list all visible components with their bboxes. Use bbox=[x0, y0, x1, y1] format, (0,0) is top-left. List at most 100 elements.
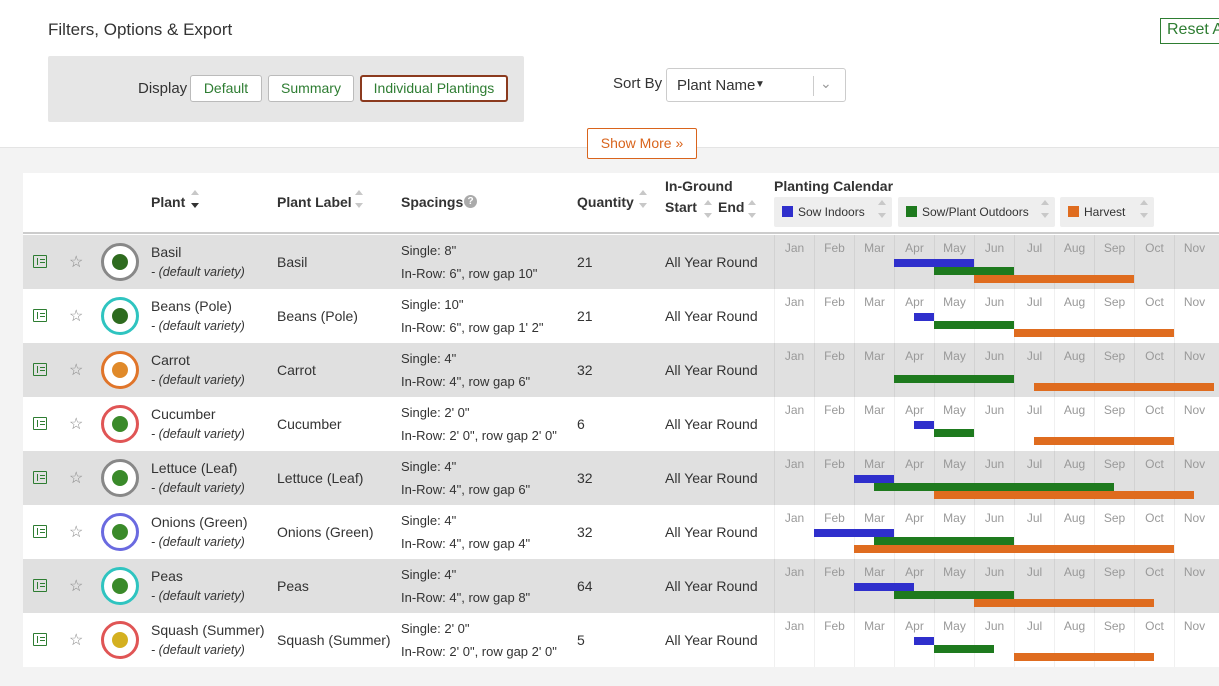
in-ground-value: All Year Round bbox=[665, 524, 758, 540]
spacing-in-row: In-Row: 4", row gap 8" bbox=[401, 590, 531, 605]
spacing-in-row: In-Row: 2' 0", row gap 2' 0" bbox=[401, 428, 557, 443]
month-label: May bbox=[934, 613, 974, 667]
plant-variety: - (default variety) bbox=[151, 265, 245, 279]
month-label: Jun bbox=[974, 343, 1014, 397]
harvest-bar bbox=[1034, 437, 1174, 445]
planting-details-icon[interactable] bbox=[33, 525, 47, 538]
spacing-single: Single: 10" bbox=[401, 297, 464, 312]
planting-details-icon[interactable] bbox=[33, 255, 47, 268]
sort-value: Plant Name bbox=[677, 77, 756, 94]
star-icon[interactable]: ☆ bbox=[69, 630, 83, 650]
star-icon[interactable]: ☆ bbox=[69, 360, 83, 380]
planting-details-icon[interactable] bbox=[33, 633, 47, 646]
spacings-column-header: Spacings bbox=[401, 194, 464, 210]
harvest-sort-icon[interactable] bbox=[1140, 200, 1152, 226]
month-label: Nov bbox=[1174, 505, 1214, 559]
sort-by-label: Sort By bbox=[613, 75, 663, 92]
start-column-header[interactable]: Start bbox=[665, 199, 697, 215]
basil-icon bbox=[101, 243, 139, 281]
month-label: Feb bbox=[814, 613, 854, 667]
plant-name[interactable]: Squash (Summer) bbox=[151, 622, 265, 638]
sow-outdoors-bar bbox=[934, 429, 974, 437]
sow-outdoors-bar bbox=[874, 483, 1114, 491]
month-label: Feb bbox=[814, 343, 854, 397]
spacing-single: Single: 2' 0" bbox=[401, 405, 470, 420]
plant-name[interactable]: Carrot bbox=[151, 352, 190, 368]
plant-sort-icon[interactable] bbox=[191, 190, 203, 216]
sow-outdoors-bar bbox=[874, 537, 1014, 545]
month-label: Nov bbox=[1174, 235, 1214, 289]
quantity-column-header[interactable]: Quantity bbox=[577, 194, 634, 210]
star-icon[interactable]: ☆ bbox=[69, 252, 83, 272]
month-label: Jun bbox=[974, 397, 1014, 451]
legend-harvest[interactable]: Harvest bbox=[1060, 197, 1154, 227]
plant-variety: - (default variety) bbox=[151, 643, 245, 657]
planting-details-icon[interactable] bbox=[33, 471, 47, 484]
month-label: Oct bbox=[1134, 235, 1174, 289]
caret-down-icon: ▼ bbox=[755, 79, 765, 90]
quantity-value: 21 bbox=[577, 308, 593, 324]
plant-name[interactable]: Basil bbox=[151, 244, 181, 260]
legend-sow-outdoors[interactable]: Sow/Plant Outdoors bbox=[898, 197, 1055, 227]
month-label: Jan bbox=[774, 235, 814, 289]
star-icon[interactable]: ☆ bbox=[69, 414, 83, 434]
spacing-in-row: In-Row: 4", row gap 6" bbox=[401, 374, 531, 389]
planting-details-icon[interactable] bbox=[33, 417, 47, 430]
spacing-single: Single: 4" bbox=[401, 351, 457, 366]
sow-indoors-sort-icon[interactable] bbox=[878, 200, 890, 226]
end-sort-icon[interactable] bbox=[748, 200, 760, 226]
sow-outdoors-bar bbox=[934, 645, 994, 653]
planting-calendar: Jan Feb Mar Apr May Jun Jul Aug Sep Oct Nov bbox=[774, 451, 1219, 505]
planting-details-icon[interactable] bbox=[33, 363, 47, 376]
plant-column-header[interactable]: Plant bbox=[151, 194, 185, 210]
end-column-header[interactable]: End bbox=[718, 199, 744, 215]
display-summary-button[interactable]: Summary bbox=[268, 75, 354, 102]
month-label: Nov bbox=[1174, 559, 1214, 613]
quantity-sort-icon[interactable] bbox=[639, 190, 651, 216]
start-sort-icon[interactable] bbox=[704, 200, 716, 226]
planting-calendar: Jan Feb Mar Apr May Jun Jul Aug Sep Oct Nov bbox=[774, 289, 1219, 343]
label-column-header[interactable]: Plant Label bbox=[277, 194, 352, 210]
star-icon[interactable]: ☆ bbox=[69, 468, 83, 488]
star-icon[interactable]: ☆ bbox=[69, 306, 83, 326]
plant-name[interactable]: Lettuce (Leaf) bbox=[151, 460, 237, 476]
label-sort-icon[interactable] bbox=[355, 190, 367, 216]
display-default-button[interactable]: Default bbox=[190, 75, 262, 102]
harvest-bar bbox=[974, 599, 1154, 607]
spacing-in-row: In-Row: 6", row gap 10" bbox=[401, 266, 538, 281]
month-label: Jun bbox=[974, 289, 1014, 343]
month-label: Mar bbox=[854, 289, 894, 343]
plantings-table: Plant Plant Label Spacings ? Quantity In… bbox=[23, 173, 1219, 667]
table-row: ☆ Carrot - (default variety) Carrot Single: … bbox=[23, 343, 1219, 397]
planting-details-icon[interactable] bbox=[33, 309, 47, 322]
month-label: Apr bbox=[894, 343, 934, 397]
planting-details-icon[interactable] bbox=[33, 579, 47, 592]
month-label: Jan bbox=[774, 613, 814, 667]
in-ground-value: All Year Round bbox=[665, 308, 758, 324]
sow-outdoors-sort-icon[interactable] bbox=[1041, 200, 1053, 226]
harvest-bar bbox=[1014, 653, 1154, 661]
plant-name[interactable]: Cucumber bbox=[151, 406, 216, 422]
plant-label: Beans (Pole) bbox=[277, 308, 358, 324]
month-label: May bbox=[934, 559, 974, 613]
plant-label: Squash (Summer) bbox=[277, 632, 391, 648]
plant-name[interactable]: Beans (Pole) bbox=[151, 298, 232, 314]
reset-all-button[interactable]: Reset A bbox=[1160, 18, 1219, 44]
month-label: Mar bbox=[854, 235, 894, 289]
help-icon[interactable]: ? bbox=[464, 195, 477, 208]
harvest-bar bbox=[974, 275, 1134, 283]
legend-sow-indoors[interactable]: Sow Indoors bbox=[774, 197, 892, 227]
in-ground-value: All Year Round bbox=[665, 254, 758, 270]
peas-icon bbox=[101, 567, 139, 605]
plant-variety: - (default variety) bbox=[151, 373, 245, 387]
sow-indoors-swatch bbox=[782, 206, 793, 217]
plant-name[interactable]: Onions (Green) bbox=[151, 514, 247, 530]
star-icon[interactable]: ☆ bbox=[69, 576, 83, 596]
sort-by-select[interactable]: Plant Name ▼ ⌄ bbox=[666, 68, 846, 102]
show-more-button[interactable]: Show More » bbox=[587, 128, 697, 159]
inground-column-header: In-Ground bbox=[665, 178, 733, 194]
legend-label: Sow Indoors bbox=[798, 205, 865, 219]
plant-name[interactable]: Peas bbox=[151, 568, 183, 584]
display-individual-plantings-button[interactable]: Individual Plantings bbox=[360, 75, 508, 102]
star-icon[interactable]: ☆ bbox=[69, 522, 83, 542]
